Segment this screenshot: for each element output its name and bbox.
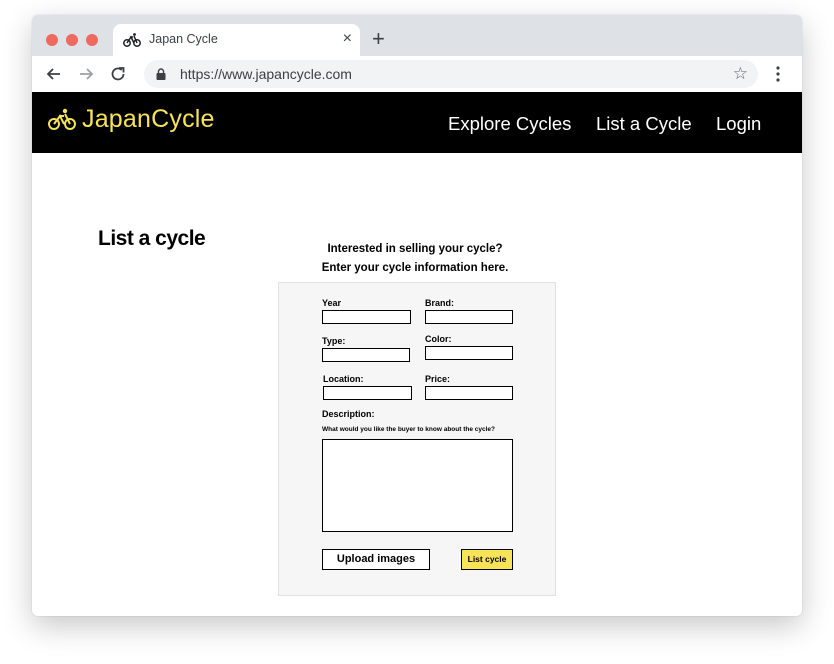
browser-tab[interactable]: Japan Cycle × [113, 24, 360, 56]
star-icon[interactable]: ☆ [733, 65, 748, 83]
nav-explore-cycles[interactable]: Explore Cycles [448, 113, 571, 135]
list-cycle-form: Year Brand: Type: Color: Location: Price… [278, 282, 556, 596]
price-label: Price: [425, 374, 451, 384]
tab-title: Japan Cycle [149, 32, 218, 46]
nav-login[interactable]: Login [716, 113, 761, 135]
year-input[interactable] [322, 310, 411, 324]
address-bar[interactable]: https://www.japancycle.com ☆ [144, 60, 758, 88]
kebab-menu-icon[interactable] [776, 66, 780, 82]
list-cycle-button[interactable]: List cycle [461, 549, 513, 570]
reload-icon[interactable] [108, 64, 128, 84]
brand-label: Brand: [425, 298, 454, 308]
description-label: Description: [322, 409, 375, 419]
minimize-window-button[interactable] [66, 34, 78, 46]
bicycle-icon [123, 33, 141, 47]
site-logo[interactable]: JapanCycle [82, 105, 215, 134]
brand-input[interactable] [425, 310, 513, 324]
location-input[interactable] [323, 386, 412, 400]
intro-line-2: Enter your cycle information here. [321, 262, 509, 274]
color-label: Color: [425, 334, 452, 344]
type-input[interactable] [322, 348, 410, 362]
forward-arrow-icon[interactable] [76, 64, 96, 84]
browser-toolbar: https://www.japancycle.com ☆ [32, 56, 802, 92]
year-label: Year [322, 298, 342, 308]
close-window-button[interactable] [46, 34, 58, 46]
bicycle-icon[interactable] [48, 108, 76, 132]
browser-window: Japan Cycle × + https://www.japancycle.c… [32, 15, 802, 616]
upload-images-button[interactable]: Upload images [322, 549, 430, 570]
site-header: JapanCycle Explore Cycles List a Cycle L… [32, 92, 802, 153]
color-input[interactable] [425, 346, 513, 360]
page-title: List a cycle [98, 227, 206, 250]
location-label: Location: [323, 374, 364, 384]
url-text: https://www.japancycle.com [180, 66, 352, 82]
maximize-window-button[interactable] [86, 34, 98, 46]
lock-icon [156, 68, 166, 80]
tab-strip: Japan Cycle × + [32, 15, 802, 56]
description-textarea[interactable] [322, 439, 513, 532]
description-hint: What would you like the buyer to know ab… [322, 426, 495, 433]
nav-list-a-cycle[interactable]: List a Cycle [596, 113, 692, 135]
price-input[interactable] [425, 386, 513, 400]
type-label: Type: [322, 336, 346, 346]
back-arrow-icon[interactable] [44, 64, 64, 84]
tab-close-icon[interactable]: × [343, 29, 352, 49]
new-tab-button[interactable]: + [372, 26, 385, 52]
intro-line-1: Interested in selling your cycle? [327, 243, 503, 255]
